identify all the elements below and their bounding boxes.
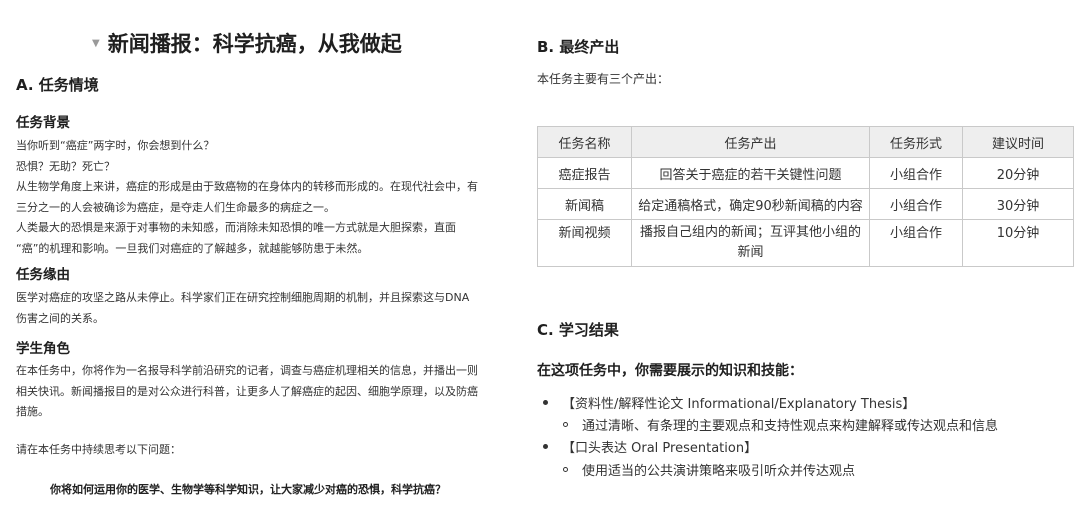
role-heading: 学生角色 <box>16 341 70 357</box>
table-row: 新闻视频 播报自己组内的新闻；互评其他小组的 新闻 小组合作 10分钟 <box>537 219 1074 267</box>
list-subitem-label: 通过清晰、有条理的主要观点和支持性观点来构建解释或传达观点和信息 <box>582 419 999 434</box>
section-a-heading: A. 任务情境 <box>16 76 99 94</box>
list-subitem-label: 使用适当的公共演讲策略来吸引听众并传达观点 <box>582 464 856 479</box>
background-line: 恐惧？无助？死亡？ <box>16 159 115 173</box>
background-heading: 任务背景 <box>16 115 70 131</box>
outputs-table: 任务名称 任务产出 任务形式 建议时间 癌症报告 回答关于癌症的若干关键性问题 … <box>537 126 1074 267</box>
list-item: 【资料性/解释性论文 Informational/Explanatory The… <box>543 393 915 412</box>
table-cell-line: 新闻 <box>737 245 764 260</box>
table-cell: 10分钟 <box>962 219 1074 267</box>
collapse-caret-icon[interactable]: ▼ <box>92 38 100 49</box>
section-b-intro: 本任务主要有三个产出： <box>537 72 670 86</box>
list-item: 【口头表达 Oral Presentation】 <box>543 437 757 456</box>
background-line: 当你听到“癌症”两字时，你会想到什么？ <box>16 139 215 152</box>
table-cell: 小组合作 <box>869 188 963 220</box>
reason-line: 医学对癌症的攻坚之路从未停止。科学家们正在研究控制细胞周期的机制，并且探索这与D… <box>16 291 470 304</box>
section-b-heading: B. 最终产出 <box>537 38 620 56</box>
table-cell: 新闻视频 <box>537 219 632 267</box>
table-cell-line: 播报自己组内的新闻；互评其他小组的 <box>639 225 861 240</box>
background-line: 人类最大的恐惧是来源于对事物的未知感，而消除未知恐惧的唯一方式就是大胆探索，直面 <box>16 221 456 234</box>
table-row: 新闻稿 给定通稿格式，确定90秒新闻稿的内容 小组合作 30分钟 <box>537 188 1074 220</box>
table-cell: 新闻稿 <box>537 188 632 220</box>
column-header: 任务名称 <box>537 126 632 158</box>
table-cell: 小组合作 <box>869 219 963 267</box>
section-c-heading: C. 学习结果 <box>537 321 619 339</box>
list-item-label: 【资料性/解释性论文 Informational/Explanatory The… <box>562 397 916 412</box>
role-line: 措施。 <box>16 405 49 418</box>
list-subitem: 通过清晰、有条理的主要观点和支持性观点来构建解释或传达观点和信息 <box>563 415 998 434</box>
list-item-label: 【口头表达 Oral Presentation】 <box>562 441 758 456</box>
table-cell: 回答关于癌症的若干关键性问题 <box>631 157 870 189</box>
doc-title: 新闻播报：科学抗癌，从我做起 <box>107 32 402 56</box>
skills-heading: 在这项任务中，你需要展示的知识和技能： <box>537 363 803 379</box>
table-cell: 播报自己组内的新闻；互评其他小组的 新闻 <box>631 219 870 267</box>
role-line: 在本任务中，你将作为一名报导科学前沿研究的记者，调查与癌症机理相关的信息，并播出… <box>16 364 478 377</box>
reason-line: 伤害之间的关系。 <box>16 311 104 325</box>
table-cell: 30分钟 <box>962 188 1074 220</box>
table-row: 癌症报告 回答关于癌症的若干关键性问题 小组合作 20分钟 <box>537 157 1074 189</box>
doc-title-row: ▼ 新闻播报：科学抗癌，从我做起 <box>92 28 402 58</box>
role-line: 相关快讯。新闻播报目的是对公众进行科普，让更多人了解癌症的起因、细胞学原理，以及… <box>16 384 478 398</box>
column-header: 任务产出 <box>631 126 870 158</box>
list-subitem: 使用适当的公共演讲策略来吸引听众并传达观点 <box>563 460 855 479</box>
background-text: 当你听到“癌症”两字时，你会想到什么？ 恐惧？无助？死亡？ 从生物学角度上来讲，… <box>16 136 478 259</box>
table-cell: 小组合作 <box>869 157 963 189</box>
table-header-row: 任务名称 任务产出 任务形式 建议时间 <box>537 126 1074 158</box>
table-cell: 癌症报告 <box>537 157 632 189</box>
background-line: “癌”的机理和影响。一旦我们对癌症的了解越多，就越能够防患于未然。 <box>16 241 369 255</box>
circle-bullet-icon <box>563 467 568 472</box>
reason-heading: 任务缘由 <box>16 267 70 283</box>
think-prompt: 请在本任务中持续思考以下问题： <box>16 443 181 456</box>
driving-question: 你将如何运用你的医学、生物学等科学知识，让大家减少对癌的恐惧，科学抗癌？ <box>50 483 446 496</box>
background-line: 从生物学角度上来讲，癌症的形成是由于致癌物的在身体内的转移而形成的。在现代社会中… <box>16 180 478 193</box>
role-text: 在本任务中，你将作为一名报导科学前沿研究的记者，调查与癌症机理相关的信息，并播出… <box>16 361 478 423</box>
column-header: 任务形式 <box>869 126 963 158</box>
table-cell: 20分钟 <box>962 157 1074 189</box>
circle-bullet-icon <box>563 422 568 427</box>
reason-text: 医学对癌症的攻坚之路从未停止。科学家们正在研究控制细胞周期的机制，并且探索这与D… <box>16 288 469 329</box>
bullet-icon <box>543 444 548 449</box>
column-header: 建议时间 <box>962 126 1074 158</box>
bullet-icon <box>543 400 548 405</box>
background-line: 三分之一的人会被确诊为癌症，是夺走人们生命最多的病症之一。 <box>16 200 335 214</box>
table-cell: 给定通稿格式，确定90秒新闻稿的内容 <box>631 188 870 220</box>
